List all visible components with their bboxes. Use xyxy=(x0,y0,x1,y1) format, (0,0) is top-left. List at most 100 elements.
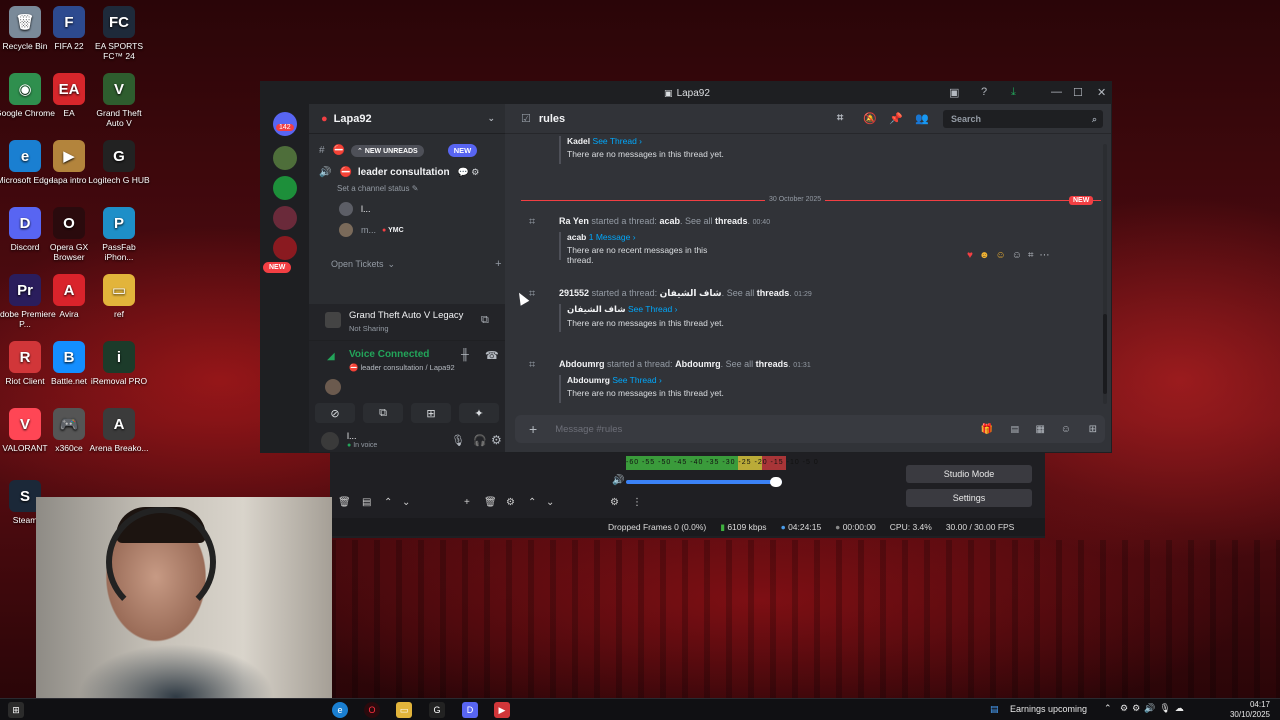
close-icon[interactable]: ✕ xyxy=(1097,86,1106,99)
soundwave-icon[interactable]: ╫ xyxy=(461,349,469,361)
server-header[interactable]: ● Lapa92 ⌄ xyxy=(309,104,505,134)
maximize-icon[interactable]: ☐ xyxy=(1073,86,1083,99)
obs-studio-mode-button[interactable]: Studio Mode xyxy=(906,465,1032,483)
desktop-shortcut[interactable]: ▭ ref xyxy=(88,274,150,319)
search-input[interactable]: Search ⌕ xyxy=(943,110,1103,128)
obs-up2-icon[interactable]: ⌃ xyxy=(528,497,536,508)
obs-filter-icon[interactable]: ▤ xyxy=(362,497,371,508)
obs-down-icon[interactable]: ⌄ xyxy=(402,497,410,508)
news-widget[interactable]: Earnings upcoming xyxy=(1010,704,1087,714)
taskbar-opera-icon[interactable]: O xyxy=(364,702,380,718)
create-thread-icon[interactable]: ⌗ xyxy=(1028,250,1034,261)
thread-name[interactable]: acab xyxy=(659,216,680,226)
clock[interactable]: 04:17 30/10/2025 xyxy=(1230,700,1270,720)
voice-member-1[interactable]: l... xyxy=(339,202,371,216)
desktop-shortcut[interactable]: V Grand Theft Auto V xyxy=(88,73,150,128)
thread-card-partial[interactable]: Kadel See Thread › There are no messages… xyxy=(559,136,729,164)
headphones-icon[interactable]: 🎧 xyxy=(473,434,487,447)
thread-card[interactable]: acab 1 Message › There are no recent mes… xyxy=(559,232,729,265)
activities-button[interactable]: ⊞ xyxy=(411,403,451,423)
see-thread-link[interactable]: See Thread › xyxy=(628,304,677,314)
inbox-icon[interactable]: ▣ xyxy=(949,86,959,99)
obs-mixer-gear-icon[interactable]: ⚙ xyxy=(610,497,619,508)
add-reaction-icon[interactable]: ☺ xyxy=(1012,250,1022,261)
heart-reaction-icon[interactable]: ♥ xyxy=(967,250,973,261)
tray-chevron-icon[interactable]: ⌃ xyxy=(1104,703,1112,714)
guild-icon-3[interactable] xyxy=(273,206,297,230)
attach-plus-icon[interactable]: + xyxy=(529,421,537,437)
message-author[interactable]: 291552 xyxy=(559,288,589,298)
message-author[interactable]: Abdoumrg xyxy=(559,359,605,369)
see-thread-link[interactable]: See Thread › xyxy=(593,136,642,146)
guild-icon-4[interactable] xyxy=(273,236,297,260)
tray-icons[interactable]: ⚙⚙🔊🎙☁ xyxy=(1120,703,1188,714)
channel-row-partial[interactable]: # ⛔ ⌃ NEW UNREADS NEW xyxy=(319,144,478,157)
gift-icon[interactable]: 🎁 xyxy=(981,424,993,435)
obs-gear-icon[interactable]: ⚙ xyxy=(506,497,515,508)
threads-link[interactable]: threads xyxy=(757,288,790,298)
obs-remove-icon[interactable]: 🗑 xyxy=(484,497,497,508)
voice-signal-icon[interactable]: ◢ xyxy=(327,351,335,362)
user-avatar[interactable] xyxy=(321,432,339,450)
obs-speaker-icon[interactable]: 🔊 xyxy=(612,475,624,486)
heart-eyes-reaction-icon[interactable]: ☻ xyxy=(979,250,990,261)
pin-icon[interactable]: 📌 xyxy=(889,112,903,125)
start-icon[interactable]: ⊞ xyxy=(8,702,24,718)
laugh-reaction-icon[interactable]: ☺ xyxy=(995,250,1005,261)
set-channel-status[interactable]: Set a channel status ✎ xyxy=(337,184,418,193)
news-icon[interactable]: ▤ xyxy=(990,704,999,715)
desktop-shortcut[interactable]: A Arena Breako... xyxy=(88,408,150,453)
screen-share-button[interactable]: ⧉ xyxy=(363,403,403,423)
voice-member-2[interactable]: m... ● YMC xyxy=(339,223,404,237)
guild-icon-2[interactable] xyxy=(273,176,297,200)
desktop-shortcut[interactable]: FC EA SPORTS FC™ 24 xyxy=(88,6,150,61)
desktop-shortcut[interactable]: P PassFab iPhon... xyxy=(88,207,150,262)
obs-down2-icon[interactable]: ⌄ xyxy=(546,497,554,508)
disconnect-icon[interactable]: ☎ xyxy=(485,349,499,362)
voice-channel-row[interactable]: 🔊 ⛔ leader consultation 💬 ⚙ xyxy=(319,167,479,178)
download-icon[interactable]: ⤓ xyxy=(1011,86,1016,99)
chat-scrollbar-thumb[interactable] xyxy=(1103,314,1107,394)
obs-volume-slider[interactable] xyxy=(626,480,782,484)
see-thread-link[interactable]: See Thread › xyxy=(612,375,661,385)
channel-action-icons[interactable]: 💬 ⚙ xyxy=(458,167,480,178)
open-tickets-category[interactable]: Open Tickets ⌄ + xyxy=(331,258,502,270)
taskbar-logitech-icon[interactable]: G xyxy=(429,702,445,718)
thread-message-count-link[interactable]: 1 Message › xyxy=(589,232,636,242)
taskbar-folder-icon[interactable]: ▭ xyxy=(396,702,412,718)
emoji-icon[interactable]: ☺ xyxy=(1061,424,1071,435)
threads-link[interactable]: threads xyxy=(715,216,748,226)
thread-name[interactable]: شاف الشيفان xyxy=(660,288,722,298)
voice-location[interactable]: ⛔ leader consultation / Lapa92 xyxy=(349,363,455,372)
member-list-icon[interactable]: 👥 xyxy=(915,112,929,125)
sticker-icon[interactable]: ▦ xyxy=(1036,424,1045,435)
taskbar-app-icon[interactable]: ▶ xyxy=(494,702,510,718)
obs-trash-icon[interactable]: 🗑 xyxy=(338,497,351,508)
taskbar-edge-icon[interactable]: e xyxy=(332,702,348,718)
help-icon[interactable]: ? xyxy=(981,86,987,98)
camera-off-button[interactable]: ⊘ xyxy=(315,403,355,423)
threads-link[interactable]: threads xyxy=(756,359,789,369)
thread-card[interactable]: شاف الشيفان See Thread › There are no me… xyxy=(559,304,729,332)
add-channel-icon[interactable]: + xyxy=(495,258,501,270)
obs-volume-knob[interactable] xyxy=(770,477,782,487)
thread-name[interactable]: Abdoumrg xyxy=(675,359,721,369)
new-unreads-pill[interactable]: ⌃ NEW UNREADS xyxy=(351,144,424,157)
apps-icon[interactable]: ⊞ xyxy=(1089,424,1097,435)
more-options-icon[interactable]: ⋯ xyxy=(1040,250,1050,261)
thread-card[interactable]: Abdoumrg See Thread › There are no messa… xyxy=(559,375,729,403)
soundboard-button[interactable]: ✦ xyxy=(459,403,499,423)
desktop-shortcut[interactable]: i iRemoval PRO xyxy=(88,341,150,386)
taskbar-discord-icon[interactable]: D xyxy=(462,702,478,718)
game-activity[interactable]: Grand Theft Auto V Legacy Not Sharing ⧉ xyxy=(309,304,505,340)
user-settings-gear-icon[interactable]: ⚙ xyxy=(491,433,502,447)
desktop-shortcut[interactable]: G Logitech G HUB xyxy=(88,140,150,185)
obs-settings-button[interactable]: Settings xyxy=(906,489,1032,507)
microphone-icon[interactable]: 🎙 xyxy=(451,434,465,447)
obs-up-icon[interactable]: ⌃ xyxy=(384,497,392,508)
guild-icon-1[interactable] xyxy=(273,146,297,170)
mute-bell-icon[interactable]: 🔕 xyxy=(863,112,877,125)
threads-icon[interactable]: ⌗ xyxy=(837,112,843,125)
obs-add-icon[interactable]: + xyxy=(464,497,470,508)
gif-icon[interactable]: ▤ xyxy=(1010,424,1019,435)
